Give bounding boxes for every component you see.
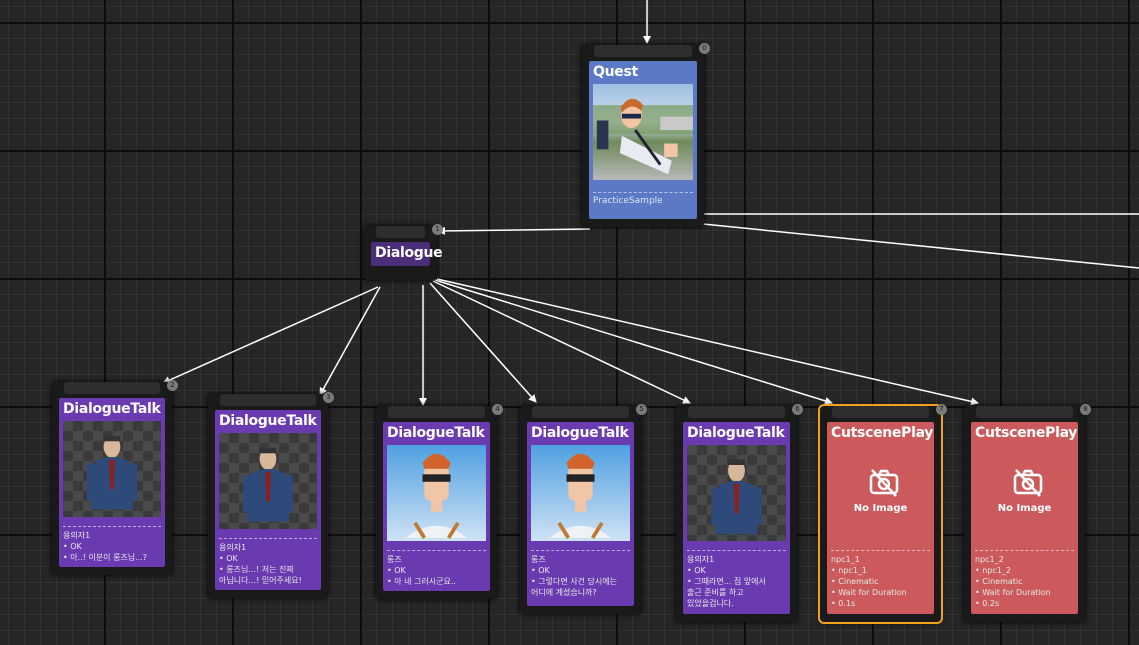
talk-input-pin[interactable] [220,394,316,406]
talk-line: • OK [531,566,550,575]
quest-title: Quest [593,64,638,80]
talk-node-index: 4 [492,404,503,415]
cutscene-input-pin[interactable] [976,406,1073,418]
dialogue-talk-node[interactable]: 2 DialogueTalk 용의자1 • OK • 아..! 이분이 롱즈님...… [52,380,178,575]
talk-speaker: 용의자1 [687,555,715,564]
talk-title: DialogueTalk [531,425,629,441]
talk-input-pin[interactable] [388,406,485,418]
wire-dialogue-to-talk-5 [429,282,537,403]
cutscene-line: • 0.1s [831,599,856,608]
cutscene-node-index: 7 [936,404,947,415]
cutscene-title: CutscenePlay [975,425,1078,441]
talk-line: • OK [63,542,82,551]
cutscene-line: • npc1_1 [831,566,867,575]
cutscene-line: • Wait for Duration [975,588,1051,597]
wire-dialogue-to-talk-2 [162,286,379,384]
cutscene-play-node[interactable]: 7 CutscenePlay No Image npc1_1 • npc1_1 • … [820,404,947,622]
talk-line: • 아 네 그러시군요.. [387,577,456,586]
talk-input-pin[interactable] [64,382,160,394]
wire-dialogue-to-talk-3 [319,286,381,396]
talk-input-pin[interactable] [532,406,629,418]
talk-line: • 그렇다면 사건 당시에는 [531,577,617,586]
cutscene-line: • 0.2s [975,599,1000,608]
camera-off-icon [869,469,899,497]
talk-line: • 그때라면... 집 앞에서 [687,577,766,586]
talk-title: DialogueTalk [219,413,317,429]
talk-thumbnail [219,433,317,529]
cutscene-line: • Wait for Duration [831,588,907,597]
talk-thumbnail [687,445,786,541]
talk-node-index: 6 [792,404,803,415]
talk-title: DialogueTalk [387,425,485,441]
talk-line: 있었을겁니다. [687,599,734,608]
quest-node[interactable]: 0 Quest PracticeSample [582,43,710,227]
quest-input-pin[interactable] [594,45,692,57]
no-image-label: No Image [997,503,1052,514]
cutscene-node-index: 8 [1080,404,1091,415]
cutscene-title: CutscenePlay [831,425,934,441]
talk-speaker: 용의자1 [219,543,247,552]
dialogue-title: Dialogue [375,245,443,261]
cutscene-name: npc1_2 [975,555,1004,564]
talk-line: 출근 준비를 하고 [687,588,744,597]
talk-thumbnail [387,445,486,541]
cutscene-play-node[interactable]: 8 CutscenePlay No Image npc1_2 • npc1_2 • … [964,404,1091,622]
cutscene-line: • npc1_2 [975,566,1011,575]
dialogue-node-index: 1 [432,224,443,235]
talk-title: DialogueTalk [63,401,161,417]
cutscene-line: • Cinematic [975,577,1023,586]
talk-speaker: 용의자1 [63,531,91,540]
talk-input-pin[interactable] [688,406,785,418]
quest-thumbnail [593,84,693,180]
cutscene-name: npc1_1 [831,555,860,564]
talk-line: • OK [387,566,406,575]
talk-line: • OK [687,566,706,575]
quest-node-index: 0 [699,43,710,54]
wire-dialogue-to-cutscene-7 [434,279,833,405]
talk-line: • 아..! 이분이 롱즈님...? [63,553,148,562]
dialogue-talk-node[interactable]: 5 DialogueTalk 롱즈 • OK • 그렇다면 사건 당시에는어디에 계… [520,404,647,614]
cutscene-input-pin[interactable] [832,406,929,418]
talk-node-index: 3 [323,392,334,403]
talk-line: • 롱즈님...! 저는 진짜 [219,565,294,574]
camera-off-icon [1013,469,1043,497]
wire-quest-right-2 [702,223,1139,269]
wire-quest-to-dialogue [437,226,591,235]
wire-dialogue-to-cutscene-8 [436,278,979,406]
quest-footer: PracticeSample [593,196,663,206]
dialogue-talk-node[interactable]: 6 DialogueTalk 용의자1 • OK • 그때라면... 집 앞에서출근… [676,404,803,622]
talk-speaker: 롱즈 [531,555,546,564]
dialogue-node[interactable]: 1 Dialogue [364,224,443,280]
dialogue-input-pin[interactable] [376,226,425,238]
talk-thumbnail [63,421,161,517]
talk-line: 아닙니다...! 믿어주세요! [219,576,302,585]
talk-thumbnail [531,445,630,541]
cutscene-line: • Cinematic [831,577,879,586]
talk-line: • OK [219,554,238,563]
no-image-label: No Image [853,503,908,514]
dialogue-talk-node[interactable]: 3 DialogueTalk 용의자1 • OK • 롱즈님...! 저는 진짜아닙… [208,392,334,598]
dialogue-talk-node[interactable]: 4 DialogueTalk 롱즈 • OK • 아 네 그러시군요.. [376,404,503,599]
talk-node-index: 5 [636,404,647,415]
talk-speaker: 롱즈 [387,555,402,564]
talk-title: DialogueTalk [687,425,785,441]
wire-dialogue-to-talk-6 [432,280,691,404]
talk-line: 어디에 계셨습니까? [531,588,597,597]
talk-node-index: 2 [167,380,178,391]
